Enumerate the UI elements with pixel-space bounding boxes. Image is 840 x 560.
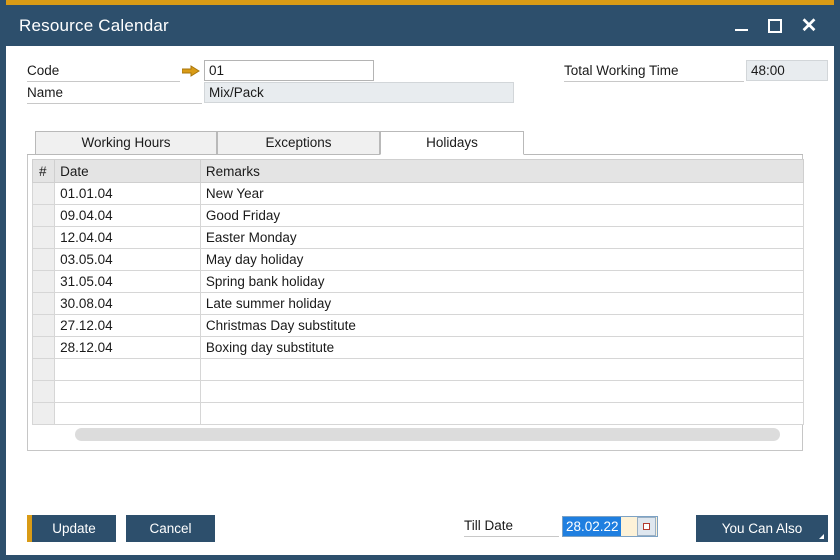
cell-remarks[interactable] [199,380,805,403]
cell-date[interactable]: 31.05.04 [54,270,201,293]
cell-index[interactable] [31,226,56,249]
expand-corner-icon [819,534,824,539]
table-row[interactable] [31,358,805,381]
cell-index[interactable] [31,314,56,337]
cell-date[interactable] [54,380,201,403]
table-row[interactable] [31,402,805,425]
table-row[interactable]: 31.05.04 Spring bank holiday [31,270,805,293]
table-row[interactable]: 30.08.04 Late summer holiday [31,292,805,315]
cell-date[interactable]: 28.12.04 [54,336,201,359]
table-header-row: # Date Remarks [31,159,805,183]
cell-index[interactable] [31,358,56,381]
table-body: 01.01.04 New Year 09.04.04 Good Friday 12.04… [31,182,805,425]
table-row[interactable]: 28.12.04 Boxing day substitute [31,336,805,359]
holidays-table: # Date Remarks 01.01.04 New Year 09.04.04 G… [31,159,805,425]
horizontal-scrollbar[interactable] [75,428,780,441]
tab-holidays[interactable]: Holidays [380,131,524,155]
cell-remarks[interactable]: New Year [199,182,805,205]
bottom-button-bar: Update Cancel Till Date 28.02.22 You Can… [6,506,834,555]
minimize-icon [734,28,748,31]
cell-index[interactable] [31,182,56,205]
table-row[interactable]: 03.05.04 May day holiday [31,248,805,271]
cell-index[interactable] [31,292,56,315]
update-button[interactable]: Update [27,515,116,542]
total-working-time-label: Total Working Time [564,61,744,82]
cell-remarks[interactable]: Boxing day substitute [199,336,805,359]
tab-exceptions[interactable]: Exceptions [217,131,380,155]
cell-remarks[interactable] [199,402,805,425]
window-controls: ✕ [724,5,834,46]
cell-date[interactable]: 12.04.04 [54,226,201,249]
cell-date[interactable] [54,358,201,381]
cell-remarks[interactable] [199,358,805,381]
maximize-icon [768,18,782,33]
tab-working-hours[interactable]: Working Hours [35,131,217,155]
code-input[interactable] [204,60,374,81]
total-working-time-value[interactable] [746,60,828,81]
minimize-button[interactable] [724,9,758,43]
cell-date[interactable]: 30.08.04 [54,292,201,315]
cell-date[interactable]: 03.05.04 [54,248,201,271]
cell-index[interactable] [31,270,56,293]
till-date-field[interactable]: 28.02.22 [562,516,658,537]
cell-index[interactable] [31,248,56,271]
table-row[interactable] [31,380,805,403]
holidays-grid-panel: # Date Remarks 01.01.04 New Year 09.04.04 G… [27,155,805,451]
column-header-date[interactable]: Date [54,159,201,183]
close-icon: ✕ [800,14,818,37]
table-row[interactable]: 27.12.04 Christmas Day substitute [31,314,805,337]
column-header-remarks[interactable]: Remarks [199,159,805,183]
cancel-button[interactable]: Cancel [126,515,215,542]
name-label: Name [27,83,202,104]
close-button[interactable]: ✕ [792,9,826,43]
cell-remarks[interactable]: Late summer holiday [199,292,805,315]
till-date-value[interactable]: 28.02.22 [563,517,621,536]
window-top-accent [6,0,834,5]
cell-remarks[interactable]: Good Friday [199,204,805,227]
tab-bar: Working Hours Exceptions Holidays [27,131,803,155]
table-row[interactable]: 09.04.04 Good Friday [31,204,805,227]
calendar-icon[interactable] [637,517,656,536]
cell-date[interactable]: 27.12.04 [54,314,201,337]
you-can-also-button[interactable]: You Can Also [696,515,828,542]
cell-index[interactable] [31,204,56,227]
name-input[interactable] [204,82,514,103]
cell-remarks[interactable]: Spring bank holiday [199,270,805,293]
cell-date[interactable]: 01.01.04 [54,182,201,205]
code-label: Code [27,61,180,82]
cell-remarks[interactable]: May day holiday [199,248,805,271]
cell-remarks[interactable]: Easter Monday [199,226,805,249]
cell-date[interactable] [54,402,201,425]
cell-index[interactable] [31,402,56,425]
cell-remarks[interactable]: Christmas Day substitute [199,314,805,337]
table-row[interactable]: 01.01.04 New Year [31,182,805,205]
window-title: Resource Calendar [19,15,169,35]
resource-calendar-window: Resource Calendar ✕ Code Name Total [0,0,840,560]
till-date-label: Till Date [464,516,559,537]
cell-date[interactable]: 09.04.04 [54,204,201,227]
table-row[interactable]: 12.04.04 Easter Monday [31,226,805,249]
title-bar: Resource Calendar ✕ [6,5,834,46]
cell-index[interactable] [31,380,56,403]
column-header-index[interactable]: # [31,159,56,183]
maximize-button[interactable] [758,9,792,43]
you-can-also-label: You Can Also [721,521,803,536]
arrow-right-icon[interactable] [182,64,200,78]
cell-index[interactable] [31,336,56,359]
